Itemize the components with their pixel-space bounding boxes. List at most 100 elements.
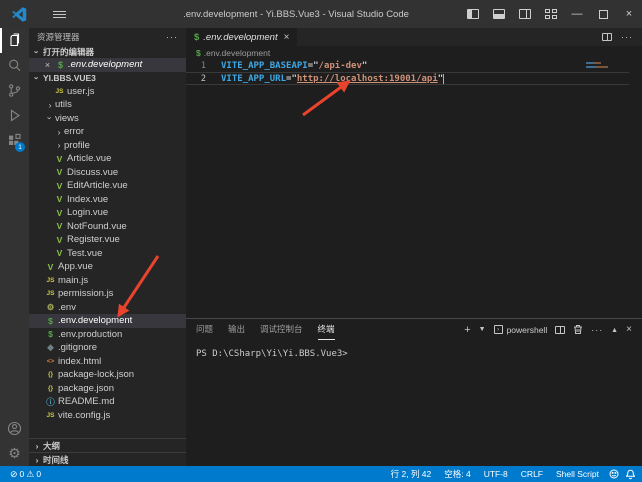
close-icon[interactable]: × bbox=[43, 60, 52, 70]
accounts-icon[interactable] bbox=[0, 416, 29, 441]
terminal-dropdown-icon[interactable]: ▼ bbox=[479, 326, 486, 333]
panel-tab-输出[interactable]: 输出 bbox=[228, 319, 245, 340]
tree-item-Login.vue[interactable]: VLogin.vue bbox=[29, 206, 186, 220]
settings-gear-icon[interactable]: ⚙ bbox=[0, 441, 29, 466]
status-item[interactable]: 空格: 4 bbox=[441, 468, 473, 480]
breadcrumb-path: .env.development bbox=[204, 48, 270, 58]
tab-close-icon[interactable]: × bbox=[284, 32, 290, 43]
tree-item-package-lock.json[interactable]: {}package-lock.json bbox=[29, 368, 186, 382]
tree-item-Test.vue[interactable]: VTest.vue bbox=[29, 247, 186, 261]
explorer-icon[interactable] bbox=[0, 28, 29, 53]
run-debug-icon[interactable] bbox=[0, 103, 29, 128]
powershell-icon[interactable]: › bbox=[494, 325, 503, 334]
menu-icon[interactable] bbox=[53, 11, 66, 18]
tree-item-label: .gitignore bbox=[58, 342, 97, 353]
tree-item-user.js[interactable]: JSuser.js bbox=[29, 85, 186, 99]
status-item[interactable]: Shell Script bbox=[553, 469, 602, 479]
breadcrumb[interactable]: $ .env.development bbox=[186, 46, 642, 59]
split-terminal-icon[interactable] bbox=[555, 326, 565, 334]
tree-item-.gitignore[interactable]: ◆.gitignore bbox=[29, 341, 186, 355]
status-item[interactable]: CRLF bbox=[518, 469, 546, 479]
tree-item-Register.vue[interactable]: VRegister.vue bbox=[29, 233, 186, 247]
terminal-output[interactable]: PS D:\CSharp\Yi\Yi.BBS.Vue3> bbox=[186, 340, 642, 359]
tree-item-label: Index.vue bbox=[67, 194, 108, 205]
sidebar-title: 资源管理器 bbox=[37, 31, 80, 43]
vue-icon: V bbox=[54, 154, 65, 164]
sidebar-more-actions-icon[interactable]: ··· bbox=[166, 32, 178, 42]
tree-item-Article.vue[interactable]: VArticle.vue bbox=[29, 152, 186, 166]
minimize-button[interactable]: — bbox=[564, 0, 590, 28]
tree-item-views[interactable]: ›views bbox=[29, 112, 186, 126]
tree-item-vite.config.js[interactable]: JSvite.config.js bbox=[29, 409, 186, 423]
chevron-down-icon: › bbox=[45, 113, 55, 123]
js-icon: JS bbox=[54, 88, 65, 95]
toggle-secondary-sidebar-icon[interactable] bbox=[512, 0, 538, 28]
tree-item-NotFound.vue[interactable]: VNotFound.vue bbox=[29, 220, 186, 234]
kill-terminal-trash-icon[interactable] bbox=[573, 324, 583, 335]
close-button[interactable]: × bbox=[616, 0, 642, 28]
sidebar-bottom-sections: ›大纲›时间线 bbox=[29, 438, 186, 466]
tree-item-.env[interactable]: ⚙.env bbox=[29, 301, 186, 315]
sidebar-section-时间线[interactable]: ›时间线 bbox=[29, 452, 186, 466]
split-editor-icon[interactable] bbox=[602, 33, 612, 41]
js-icon: JS bbox=[45, 412, 56, 419]
search-icon[interactable] bbox=[0, 53, 29, 78]
tree-item-profile[interactable]: ›profile bbox=[29, 139, 186, 153]
feedback-smiley-icon[interactable] bbox=[609, 469, 619, 479]
tree-item-permission.js[interactable]: JSpermission.js bbox=[29, 287, 186, 301]
tree-item-EditArticle.vue[interactable]: VEditArticle.vue bbox=[29, 179, 186, 193]
tree-item-Discuss.vue[interactable]: VDiscuss.vue bbox=[29, 166, 186, 180]
tree-item-error[interactable]: ›error bbox=[29, 125, 186, 139]
editor-more-actions-icon[interactable]: ··· bbox=[621, 32, 633, 42]
panel-tab-问题[interactable]: 问题 bbox=[196, 319, 213, 340]
maximize-panel-icon[interactable]: ▼ bbox=[611, 326, 618, 333]
tree-item-App.vue[interactable]: VApp.vue bbox=[29, 260, 186, 274]
close-panel-icon[interactable]: × bbox=[626, 324, 632, 335]
tree-item-README.md[interactable]: ⓘREADME.md bbox=[29, 395, 186, 409]
panel-tab-调试控制台[interactable]: 调试控制台 bbox=[260, 319, 303, 340]
panel-more-actions-icon[interactable]: ··· bbox=[591, 325, 603, 335]
source-control-icon[interactable] bbox=[0, 78, 29, 103]
open-editors-section[interactable]: › 打开的编辑器 bbox=[29, 45, 186, 58]
tree-item-Index.vue[interactable]: VIndex.vue bbox=[29, 193, 186, 207]
toggle-panel-icon[interactable] bbox=[486, 0, 512, 28]
sidebar-section-大纲[interactable]: ›大纲 bbox=[29, 438, 186, 452]
tree-item-label: NotFound.vue bbox=[67, 221, 127, 232]
workspace-section[interactable]: › YI.BBS.VUE3 bbox=[29, 72, 186, 85]
tree-item-label: profile bbox=[64, 140, 90, 151]
vue-icon: V bbox=[45, 262, 56, 272]
tree-item-label: index.html bbox=[58, 356, 101, 367]
line-number: 1 bbox=[186, 61, 206, 71]
chevron-right-icon: › bbox=[32, 441, 42, 451]
problems-indicator[interactable]: ⊘ 0 ⚠ 0 bbox=[7, 466, 44, 482]
notifications-bell-icon[interactable] bbox=[626, 469, 635, 480]
tree-item-.env.production[interactable]: $.env.production bbox=[29, 328, 186, 342]
tree-item-utils[interactable]: ›utils bbox=[29, 98, 186, 112]
file-tree: JSuser.js›utils›views›error›profileVArti… bbox=[29, 85, 186, 423]
new-terminal-icon[interactable]: + bbox=[464, 324, 470, 336]
tree-item-main.js[interactable]: JSmain.js bbox=[29, 274, 186, 288]
tree-item-label: package-lock.json bbox=[58, 369, 134, 380]
vue-icon: V bbox=[54, 221, 65, 231]
json-icon: {} bbox=[45, 385, 56, 392]
tree-item-label: Register.vue bbox=[67, 234, 120, 245]
customize-layout-icon[interactable] bbox=[538, 0, 564, 28]
maximize-button[interactable] bbox=[590, 0, 616, 28]
code-editor[interactable]: 1 VITE_APP_BASEAPI="/api-dev" 2 VITE_APP… bbox=[186, 59, 642, 318]
tree-item-.env.development[interactable]: $.env.development bbox=[29, 314, 186, 328]
status-item[interactable]: 行 2, 列 42 bbox=[388, 468, 435, 480]
url-link[interactable]: http://localhost:19001/api bbox=[297, 74, 438, 84]
shell-icon: $ bbox=[196, 48, 201, 58]
tab-env-development[interactable]: $ .env.development × bbox=[186, 28, 297, 46]
minimap[interactable] bbox=[586, 62, 622, 70]
tree-item-index.html[interactable]: <>index.html bbox=[29, 355, 186, 369]
tree-item-package.json[interactable]: {}package.json bbox=[29, 382, 186, 396]
shell-label[interactable]: powershell bbox=[507, 325, 548, 335]
extensions-icon[interactable]: 1 bbox=[0, 128, 29, 153]
panel-tab-终端[interactable]: 终端 bbox=[318, 319, 335, 340]
tree-item-label: error bbox=[64, 126, 84, 137]
git-icon: ◆ bbox=[45, 342, 56, 353]
status-item[interactable]: UTF-8 bbox=[481, 469, 511, 479]
error-icon: ⊘ bbox=[10, 469, 18, 480]
open-editor-item-env-development[interactable]: × $ .env.development bbox=[29, 58, 186, 72]
